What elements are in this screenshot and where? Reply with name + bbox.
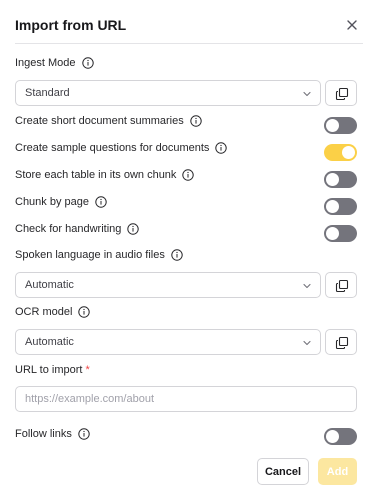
dialog-title: Import from URL — [15, 17, 127, 33]
follow-links-label-row: Follow links — [15, 426, 90, 442]
info-icon[interactable] — [78, 428, 90, 440]
info-icon[interactable] — [190, 115, 202, 127]
chunk-by-page-toggle[interactable] — [324, 198, 357, 215]
handwriting-label: Check for handwriting — [15, 223, 122, 235]
url-label: URL to import — [15, 364, 83, 376]
chunk-by-page-label-row: Chunk by page — [15, 194, 107, 210]
info-icon[interactable] — [171, 249, 183, 261]
dialog-header: Import from URL — [15, 0, 363, 44]
table-chunk-label: Store each table in its own chunk — [15, 169, 177, 181]
close-icon[interactable] — [345, 18, 359, 32]
copy-icon — [335, 87, 349, 101]
required-mark: * — [85, 364, 90, 376]
toggle-knob — [326, 200, 339, 213]
ocr-model-label: OCR model — [15, 306, 73, 318]
chevron-down-icon — [303, 340, 311, 346]
copy-icon — [335, 279, 349, 293]
summaries-label: Create short document summaries — [15, 115, 184, 127]
cancel-button[interactable]: Cancel — [257, 458, 309, 485]
info-icon[interactable] — [127, 223, 140, 235]
sample-questions-label-row: Create sample questions for documents — [15, 140, 228, 156]
toggle-knob — [326, 430, 339, 443]
summaries-label-row: Create short document summaries — [15, 113, 202, 129]
toggle-knob — [326, 227, 339, 240]
handwriting-toggle[interactable] — [324, 225, 357, 242]
follow-links-label: Follow links — [15, 428, 72, 440]
url-label-row: URL to import * — [15, 362, 90, 378]
copy-icon — [335, 336, 349, 350]
ocr-model-select[interactable]: Automatic — [15, 329, 321, 355]
table-chunk-label-row: Store each table in its own chunk — [15, 167, 195, 183]
ingest-mode-copy-button[interactable] — [325, 80, 357, 106]
spoken-language-label: Spoken language in audio files — [15, 249, 165, 261]
ingest-mode-value: Standard — [25, 87, 70, 99]
ocr-model-value: Automatic — [25, 336, 74, 348]
ingest-mode-label-row: Ingest Mode — [15, 55, 94, 71]
ingest-mode-select[interactable]: Standard — [15, 80, 321, 106]
ocr-model-copy-button[interactable] — [325, 329, 357, 355]
spoken-language-select[interactable]: Automatic — [15, 272, 321, 298]
toggle-knob — [326, 173, 339, 186]
ingest-mode-label: Ingest Mode — [15, 57, 76, 69]
chevron-down-icon — [303, 283, 311, 289]
table-chunk-toggle[interactable] — [324, 171, 357, 188]
spoken-language-label-row: Spoken language in audio files — [15, 247, 183, 263]
info-icon[interactable] — [215, 142, 228, 154]
sample-questions-toggle[interactable] — [324, 144, 357, 161]
ocr-model-label-row: OCR model — [15, 304, 91, 320]
chevron-down-icon — [303, 91, 311, 97]
toggle-knob — [342, 146, 355, 159]
handwriting-label-row: Check for handwriting — [15, 221, 140, 237]
info-icon[interactable] — [78, 306, 91, 318]
chunk-by-page-label: Chunk by page — [15, 196, 89, 208]
sample-questions-label: Create sample questions for documents — [15, 142, 210, 154]
info-icon[interactable] — [81, 57, 94, 69]
spoken-language-value: Automatic — [25, 279, 74, 291]
spoken-language-copy-button[interactable] — [325, 272, 357, 298]
follow-links-toggle[interactable] — [324, 428, 357, 445]
summaries-toggle[interactable] — [324, 117, 357, 134]
add-button[interactable]: Add — [318, 458, 357, 485]
info-icon[interactable] — [95, 196, 107, 208]
info-icon[interactable] — [182, 169, 195, 181]
toggle-knob — [326, 119, 339, 132]
url-input[interactable] — [15, 386, 357, 412]
